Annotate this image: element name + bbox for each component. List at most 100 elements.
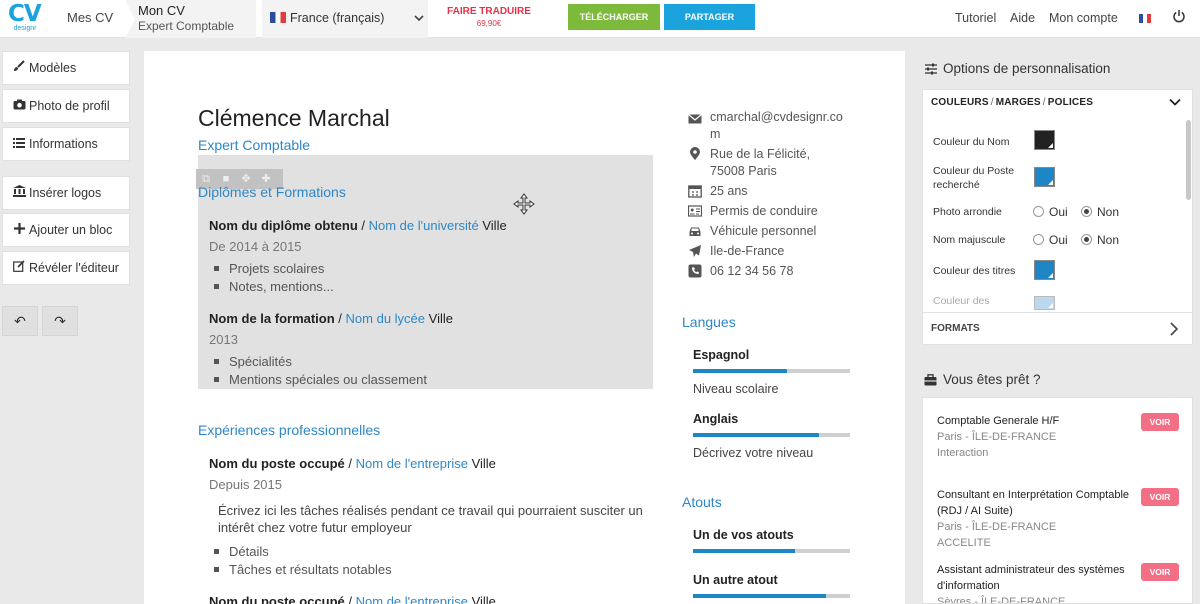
mail-icon <box>688 114 702 124</box>
contact-phone[interactable]: 06 12 34 56 78 <box>710 263 793 280</box>
education-entry-title[interactable]: Nom de la formation / Nom du lycée Ville <box>209 311 453 326</box>
education-bullet[interactable]: Projets scolaires <box>214 261 324 276</box>
sidebar-item-reveal-editor[interactable]: Révéler l'éditeur <box>2 251 130 285</box>
language-select[interactable]: France (français) <box>262 0 428 38</box>
job-company: Interaction <box>937 447 989 459</box>
logo-text: CV <box>8 1 42 27</box>
experience-bullet[interactable]: Détails <box>214 544 269 559</box>
phone-icon <box>688 264 702 278</box>
power-icon[interactable] <box>1172 9 1186 23</box>
experience-entry-title[interactable]: Nom du poste occupé / Nom de l'entrepris… <box>209 594 496 604</box>
name-color-swatch[interactable] <box>1034 130 1055 150</box>
round-photo-yes[interactable]: Oui <box>1033 205 1068 219</box>
level-fill <box>693 594 827 598</box>
level-fill <box>693 433 819 437</box>
download-button[interactable]: TÉLÉCHARGER <box>568 4 660 30</box>
education-entry-date[interactable]: De 2014 à 2015 <box>209 239 302 254</box>
options-tabs[interactable]: COULEURS / MARGES / POLICES <box>931 97 1093 108</box>
entry-city: Ville <box>467 594 496 604</box>
job-view-button[interactable]: VOIR <box>1141 488 1179 506</box>
chevron-down-icon[interactable] <box>1168 95 1182 109</box>
job-title[interactable]: Comptable Generale H/F <box>937 413 1137 429</box>
position-color-swatch[interactable] <box>1034 167 1055 187</box>
tab-fonts[interactable]: POLICES <box>1048 97 1093 108</box>
education-title[interactable]: Diplômes et Formations <box>198 184 346 200</box>
education-entry-date[interactable]: 2013 <box>209 332 238 347</box>
position-color-label: Couleur du Poste recherché <box>933 165 1015 191</box>
education-bullet[interactable]: Notes, mentions... <box>214 279 334 294</box>
car-icon <box>689 227 701 236</box>
contact-vehicle[interactable]: Véhicule personnel <box>710 223 816 240</box>
asset-name[interactable]: Un autre atout <box>693 573 778 587</box>
language-name[interactable]: Anglais <box>693 412 738 426</box>
sidebar-item-modeles[interactable]: Modèles <box>2 51 130 85</box>
assets-title[interactable]: Atouts <box>682 494 722 510</box>
radio-label: Oui <box>1049 233 1068 247</box>
job-title[interactable]: Assistant administrateur des systèmes d'… <box>937 562 1147 594</box>
cvdesignr-logo[interactable]: CV designr <box>8 3 42 35</box>
title-color-swatch[interactable] <box>1034 260 1055 280</box>
experience-entry-title[interactable]: Nom du poste occupé / Nom de l'entrepris… <box>209 456 496 471</box>
experience-entry-date[interactable]: Depuis 2015 <box>209 477 282 492</box>
share-button[interactable]: PARTAGER <box>664 4 755 30</box>
education-bullet[interactable]: Spécialités <box>214 354 292 369</box>
contact-email[interactable]: cmarchal@cvdesignr.co m <box>710 109 843 143</box>
entry-title: Nom du diplôme obtenu <box>209 218 358 233</box>
nav-tutoriel[interactable]: Tutoriel <box>955 0 996 36</box>
experience-entry-text[interactable]: Écrivez ici les tâches réalisés pendant … <box>218 502 658 536</box>
job-view-button[interactable]: VOIR <box>1141 563 1179 581</box>
contact-license[interactable]: Permis de conduire <box>710 203 818 220</box>
france-flag-icon <box>270 12 286 23</box>
tab-margins[interactable]: MARGES <box>996 97 1041 108</box>
translate-button[interactable]: FAIRE TRADUIRE 69,90€ <box>440 6 538 28</box>
languages-title[interactable]: Langues <box>682 314 736 330</box>
briefcase-icon <box>924 374 937 386</box>
nav-aide[interactable]: Aide <box>1010 0 1035 36</box>
ready-title-text: Vous êtes prêt ? <box>943 372 1041 387</box>
sidebar-item-informations[interactable]: Informations <box>2 127 130 161</box>
job-view-button[interactable]: VOIR <box>1141 413 1179 431</box>
sidebar-item-insert-logos[interactable]: Insérer logos <box>2 176 130 210</box>
translate-price: 69,90€ <box>476 19 502 28</box>
asset-name[interactable]: Un de vos atouts <box>693 528 794 542</box>
france-flag-icon[interactable] <box>1139 14 1151 23</box>
more-color-swatch[interactable] <box>1034 296 1055 310</box>
round-photo-no[interactable]: Non <box>1081 205 1119 219</box>
nav-mon-compte[interactable]: Mon compte <box>1049 0 1118 36</box>
job-title[interactable]: Consultant en Interprétation Comptable (… <box>937 487 1137 519</box>
radio-button <box>1033 206 1044 217</box>
language-name[interactable]: Espagnol <box>693 348 749 362</box>
name-color-label: Couleur du Nom <box>933 136 1010 148</box>
uppercase-name-no[interactable]: Non <box>1081 233 1119 247</box>
formats-section[interactable]: FORMATS <box>923 312 1192 344</box>
sliders-icon <box>925 63 937 75</box>
experience-bullet[interactable]: Tâches et résultats notables <box>214 562 392 577</box>
title-color-label: Couleur des titres <box>933 265 1016 277</box>
sidebar-item-photo[interactable]: Photo de profil <box>2 89 130 123</box>
education-entry-title[interactable]: Nom du diplôme obtenu / Nom de l'univers… <box>209 218 507 233</box>
mes-cv-link[interactable]: Mes CV <box>56 0 135 38</box>
sidebar-item-label: Ajouter un bloc <box>29 223 113 237</box>
job-offers-panel: Comptable Generale H/F Paris - ÎLE-DE-FR… <box>922 397 1193 604</box>
sidebar-item-add-block[interactable]: Ajouter un bloc <box>2 213 130 247</box>
current-cv-breadcrumb[interactable]: Mon CV Expert Comptable <box>126 0 256 38</box>
language-level-text[interactable]: Décrivez votre niveau <box>693 446 813 460</box>
language-level-text[interactable]: Niveau scolaire <box>693 382 778 396</box>
uppercase-name-yes[interactable]: Oui <box>1033 233 1068 247</box>
undo-button[interactable]: ↶ <box>2 306 38 336</box>
radio-label: Non <box>1097 233 1120 247</box>
education-bullet[interactable]: Mentions spéciales ou classement <box>214 372 427 387</box>
contact-age[interactable]: 25 ans <box>710 183 748 200</box>
cv-title: Mon CV <box>138 3 185 18</box>
redo-button[interactable]: ↷ <box>42 306 78 336</box>
contact-mobility[interactable]: Ile-de-France <box>710 243 784 260</box>
entry-city: Ville <box>425 311 453 326</box>
contact-address[interactable]: Rue de la Félicité, 75008 Paris <box>710 146 810 180</box>
cv-position[interactable]: Expert Comptable <box>198 137 310 153</box>
options-scrollbar[interactable] <box>1186 120 1191 200</box>
chevron-right-icon <box>1170 322 1179 336</box>
round-photo-label: Photo arrondie <box>933 206 1002 218</box>
tab-colors[interactable]: COULEURS <box>931 97 989 108</box>
cv-name[interactable]: Clémence Marchal <box>198 105 390 132</box>
experience-title[interactable]: Expériences professionnelles <box>198 422 380 438</box>
